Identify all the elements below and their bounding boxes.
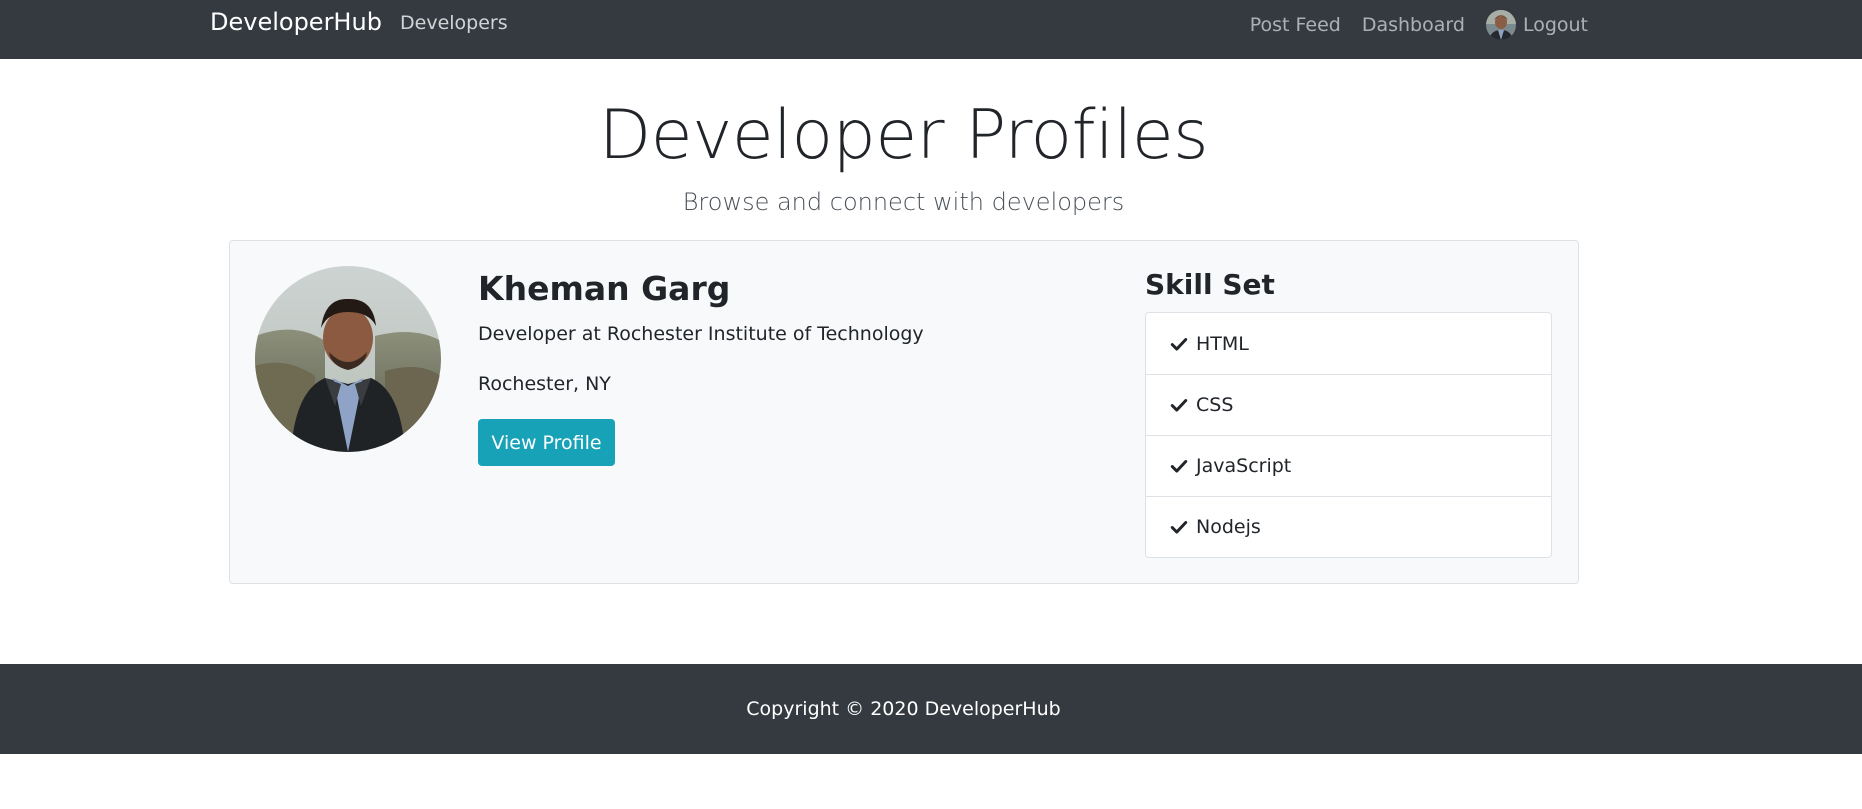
brand-link[interactable]: DeveloperHub <box>210 8 382 36</box>
user-avatar-icon <box>1485 10 1516 40</box>
profile-card: Kheman Garg Developer at Rochester Insti… <box>229 240 1579 584</box>
skill-item: HTML <box>1146 313 1551 374</box>
skill-set-title: Skill Set <box>1145 268 1275 301</box>
skill-label: Nodejs <box>1196 516 1261 538</box>
skill-item: CSS <box>1146 374 1551 435</box>
skill-list: HTML CSS JavaScript Nodejs <box>1145 312 1552 558</box>
page-title: Developer Profiles <box>598 96 1209 175</box>
nav-post-feed-link[interactable]: Post Feed <box>1250 14 1341 36</box>
nav-dashboard-link[interactable]: Dashboard <box>1362 14 1465 36</box>
footer-copyright: Copyright © 2020 DeveloperHub <box>746 698 1061 720</box>
navbar: DeveloperHub Developers Post Feed Dashbo… <box>0 0 1862 59</box>
nav-avatar[interactable] <box>1485 10 1516 40</box>
skill-item: JavaScript <box>1146 435 1551 496</box>
check-icon <box>1170 460 1188 473</box>
skill-label: HTML <box>1196 332 1249 355</box>
check-icon <box>1170 521 1188 534</box>
nav-logout-link[interactable]: Logout <box>1523 14 1588 36</box>
developer-location: Rochester, NY <box>478 373 611 395</box>
developer-name: Kheman Garg <box>478 269 731 308</box>
check-icon <box>1170 399 1188 412</box>
page-subtitle: Browse and connect with developers <box>682 188 1125 216</box>
skill-label: CSS <box>1196 394 1234 416</box>
profile-avatar <box>255 266 441 452</box>
skill-item: Nodejs <box>1146 496 1551 557</box>
footer: Copyright © 2020 DeveloperHub <box>0 664 1862 754</box>
check-icon <box>1170 337 1188 351</box>
skill-label: JavaScript <box>1196 455 1292 477</box>
view-profile-button[interactable]: View Profile <box>478 419 615 466</box>
nav-right: Post Feed Dashboard Logout <box>1229 9 1588 41</box>
profile-photo-image <box>255 266 441 452</box>
nav-developers-link[interactable]: Developers <box>400 12 508 34</box>
developer-position: Developer at Rochester Institute of Tech… <box>478 323 924 345</box>
